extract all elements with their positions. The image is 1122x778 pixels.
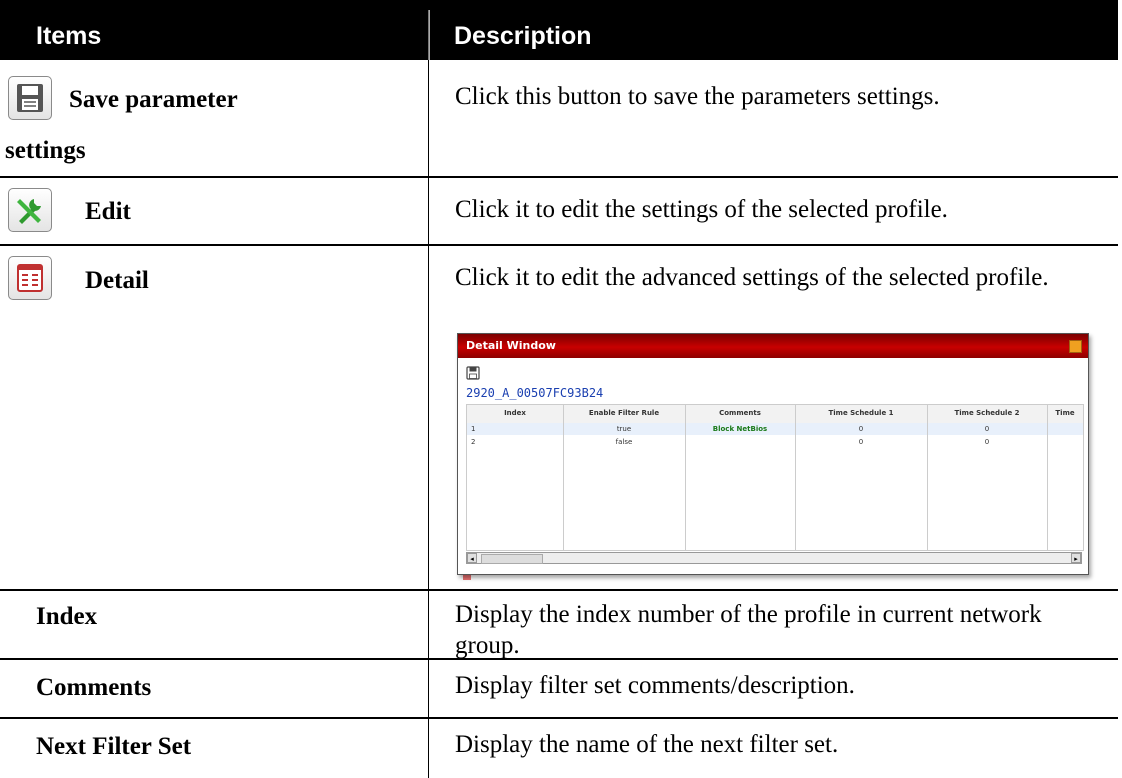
grid-cell: 1	[471, 425, 476, 433]
detail-list-icon	[8, 256, 52, 300]
desc-comments: Display filter set comments/description.	[455, 672, 855, 699]
desc-detail: Click it to edit the advanced settings o…	[455, 264, 1049, 291]
grid-cell: Block NetBios	[712, 425, 768, 433]
scroll-left-icon[interactable]: ◂	[467, 553, 477, 563]
grid-cell: true	[616, 425, 632, 433]
grid-cell: 0	[984, 425, 990, 433]
profile-id: 2920_A_00507FC93B24	[466, 386, 604, 400]
detail-grid: Index Enable Filter Rule Comments Time S…	[466, 404, 1084, 551]
header-description: Description	[454, 22, 592, 50]
grid-cell: 0	[984, 438, 990, 446]
grid-header-cell: Comments	[719, 409, 761, 417]
grid-header-cell: Time Schedule 2	[954, 409, 1020, 417]
item-save-label-cont: settings	[5, 137, 86, 164]
close-icon[interactable]	[1069, 340, 1082, 353]
detail-window-titlebar: Detail Window	[458, 334, 1088, 358]
save-disk-icon	[8, 76, 52, 120]
scroll-right-icon[interactable]: ▸	[1071, 553, 1081, 563]
grid-header-cell: Time Schedule 1	[828, 409, 894, 417]
grid-cell: 0	[858, 438, 864, 446]
item-next-filter-set: Next Filter Set	[36, 733, 192, 760]
row-divider	[0, 244, 1118, 246]
detail-window-title: Detail Window	[466, 339, 556, 352]
grid-cell: 2	[471, 438, 476, 446]
desc-index: Display the index number of the profile …	[455, 601, 1042, 659]
tools-icon	[8, 188, 52, 232]
scrollbar-thumb[interactable]	[481, 554, 543, 564]
grid-column-line	[1047, 405, 1048, 550]
grid-header-cell: Index	[504, 409, 526, 417]
horizontal-scrollbar[interactable]: ◂ ▸	[466, 552, 1082, 564]
grid-cell: 0	[858, 425, 864, 433]
item-detail: Detail	[85, 267, 149, 294]
item-comments: Comments	[36, 674, 152, 701]
row-divider	[0, 589, 1118, 591]
header-items: Items	[36, 22, 102, 50]
grid-header-cell: Enable Filter Rule	[588, 409, 660, 417]
save-disk-icon[interactable]	[466, 366, 480, 380]
detail-window: Detail Window 2920_A_00507FC93B24 Index …	[457, 333, 1089, 575]
desc-save: Click this button to save the parameters…	[455, 83, 940, 110]
item-index: Index	[36, 603, 98, 630]
desc-next-filter-set: Display the name of the next filter set.	[455, 731, 839, 758]
row-divider	[0, 176, 1118, 178]
table-header: Items Description	[0, 0, 1118, 60]
column-divider	[428, 60, 429, 778]
grid-cell: false	[615, 438, 633, 446]
item-edit: Edit	[85, 198, 131, 225]
header-divider	[428, 10, 430, 60]
item-save-label: Save parameter	[69, 86, 238, 113]
row-divider	[0, 717, 1118, 719]
desc-edit: Click it to edit the settings of the sel…	[455, 196, 948, 223]
grid-header-cell: Time	[1055, 409, 1075, 417]
